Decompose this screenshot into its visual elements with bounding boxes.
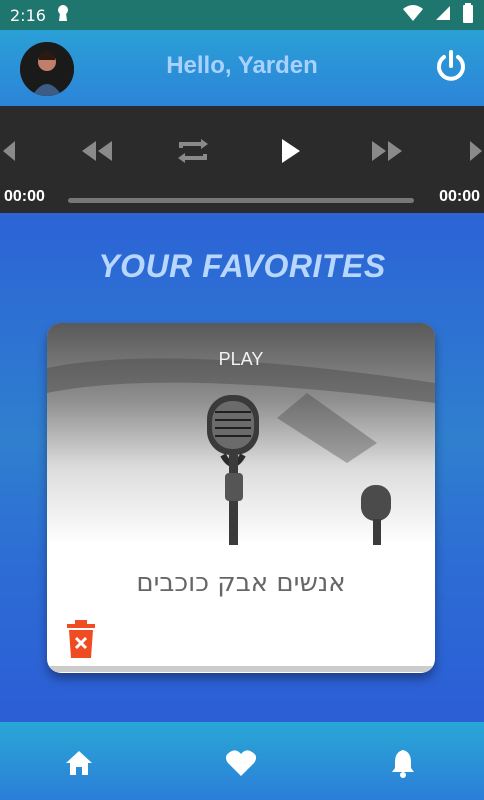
card-bottom-divider (47, 666, 435, 672)
audio-player: 00:00 00:00 (0, 106, 484, 213)
card-image[interactable]: PLAY (47, 323, 435, 545)
page-title: Hello, Yarden (166, 52, 318, 79)
power-icon[interactable] (434, 49, 468, 83)
favorites-heading: YOUR FAVORITES (98, 248, 386, 284)
song-title: אנשים אבק כוכבים (136, 568, 346, 598)
progress-bar[interactable] (68, 198, 414, 203)
status-time: 2:16 (10, 5, 46, 25)
next-track-icon[interactable] (466, 136, 484, 166)
battery-icon (462, 3, 474, 27)
rewind-icon[interactable] (78, 136, 116, 166)
wifi-icon (402, 4, 424, 26)
play-label[interactable]: PLAY (47, 349, 435, 370)
heart-icon[interactable] (224, 746, 258, 780)
favorite-card[interactable]: PLAY אנשים אבק כוכבים (47, 323, 435, 673)
repeat-icon[interactable] (174, 136, 212, 166)
bottom-navigation (0, 722, 484, 800)
total-time: 00:00 (439, 188, 480, 205)
signal-icon (434, 4, 452, 26)
app-bar: Hello, Yarden (0, 30, 484, 106)
previous-track-icon[interactable] (0, 136, 20, 166)
play-icon[interactable] (278, 136, 304, 166)
status-bar: 2:16 (0, 0, 484, 30)
home-icon[interactable] (62, 746, 96, 780)
bell-icon[interactable] (386, 746, 420, 780)
trash-icon[interactable] (65, 620, 97, 658)
player-controls (0, 136, 484, 166)
keyhole-icon (56, 4, 70, 26)
current-time: 00:00 (4, 188, 45, 205)
fast-forward-icon[interactable] (368, 136, 406, 166)
